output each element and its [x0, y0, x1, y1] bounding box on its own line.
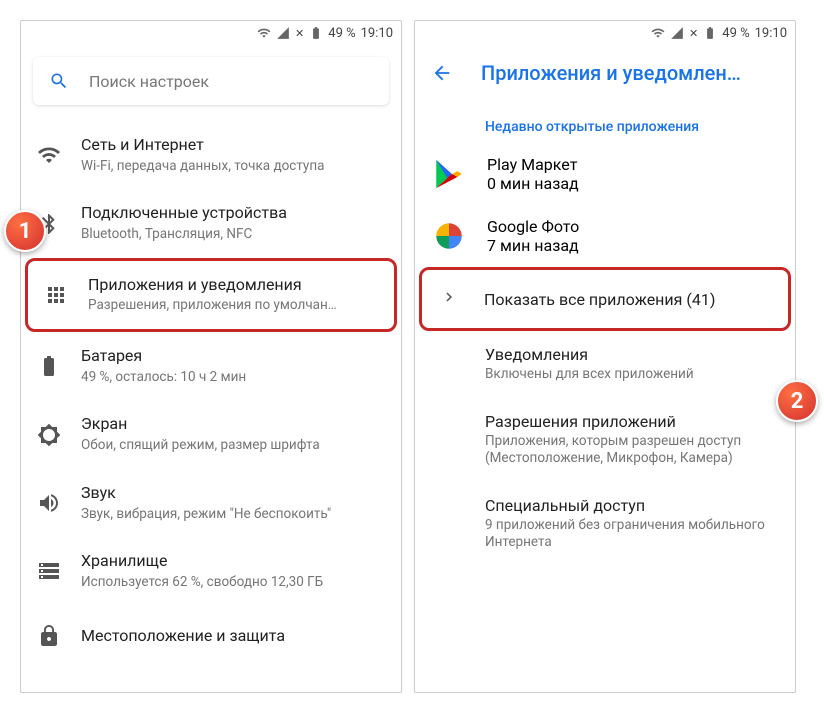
signal-icon — [670, 26, 684, 40]
battery-icon — [37, 354, 61, 378]
item-title: Сеть и Интернет — [81, 135, 385, 156]
item-title: Подключенные устройства — [81, 203, 385, 224]
play-store-icon — [431, 156, 467, 192]
brightness-icon — [37, 423, 61, 447]
status-time: 19:10 — [755, 26, 787, 41]
recent-app-google-photos[interactable]: Google Фото7 мин назад — [415, 205, 795, 267]
battery-percent: 49 % — [722, 26, 749, 41]
page-title: Приложения и уведомлен… — [481, 61, 741, 85]
app-time: 0 мин назад — [487, 174, 579, 193]
item-title: Местоположение и защита — [81, 626, 385, 647]
item-subtitle: Разрешения, приложения по умолчан… — [88, 297, 378, 315]
show-all-apps[interactable]: Показать все приложения (41) — [419, 267, 791, 331]
lock-icon — [37, 624, 61, 648]
search-bar[interactable]: Поиск настроек — [33, 57, 389, 105]
item-title: Батарея — [81, 346, 385, 367]
settings-item-battery[interactable]: Батарея 49 %, осталось: 10 ч 2 мин — [21, 332, 401, 400]
settings-item-location[interactable]: Местоположение и защита — [21, 605, 401, 667]
status-bar: ✕ 49 % 19:10 — [21, 21, 401, 45]
pref-subtitle: 9 приложений без ограничения мобильного … — [485, 517, 779, 552]
pref-special-access[interactable]: Специальный доступ 9 приложений без огра… — [415, 482, 795, 566]
item-subtitle: 49 %, осталось: 10 ч 2 мин — [81, 369, 385, 387]
storage-icon — [37, 559, 61, 583]
signal-x-icon: ✕ — [295, 27, 304, 40]
pref-notifications[interactable]: Уведомления Включены для всех приложений — [415, 331, 795, 398]
settings-item-storage[interactable]: Хранилище Используется 62 %, свободно 12,… — [21, 537, 401, 605]
app-bar: Приложения и уведомлен… — [415, 45, 795, 101]
item-title: Звук — [81, 483, 385, 504]
settings-item-network[interactable]: Сеть и Интернет Wi-Fi, передача данных, т… — [21, 121, 401, 189]
search-icon — [49, 71, 69, 91]
pref-subtitle: Приложения, которым разрешен доступ (Мес… — [485, 433, 779, 468]
signal-x-icon: ✕ — [689, 27, 698, 40]
phone-left-settings: ✕ 49 % 19:10 Поиск настроек Сеть и Интер… — [20, 20, 402, 693]
back-arrow-icon[interactable] — [431, 62, 453, 84]
section-header-recent: Недавно открытые приложения — [415, 101, 795, 143]
wifi-icon — [651, 26, 665, 40]
settings-item-sound[interactable]: Звук Звук, вибрация, режим "Не беспокоить… — [21, 469, 401, 537]
chevron-right-icon — [438, 288, 460, 310]
app-time: 7 мин назад — [487, 236, 579, 255]
phone-right-apps: ✕ 49 % 19:10 Приложения и уведомлен… Нед… — [414, 20, 796, 693]
pref-app-permissions[interactable]: Разрешения приложений Приложения, которы… — [415, 398, 795, 482]
recent-app-play-market[interactable]: Play Маркет0 мин назад — [415, 143, 795, 205]
step-badge-2: 2 — [776, 380, 818, 422]
show-all-label: Показать все приложения (41) — [484, 290, 715, 309]
wifi-icon — [257, 26, 271, 40]
signal-icon — [276, 26, 290, 40]
pref-title: Разрешения приложений — [485, 412, 779, 431]
pref-title: Специальный доступ — [485, 496, 779, 515]
battery-percent: 49 % — [328, 26, 355, 41]
app-name: Play Маркет — [487, 155, 579, 174]
pref-subtitle: Включены для всех приложений — [485, 366, 779, 384]
volume-icon — [37, 491, 61, 515]
item-subtitle: Bluetooth, Трансляция, NFC — [81, 226, 385, 244]
item-subtitle: Wi-Fi, передача данных, точка доступа — [81, 158, 385, 176]
item-title: Экран — [81, 414, 385, 435]
status-bar: ✕ 49 % 19:10 — [415, 21, 795, 45]
item-title: Хранилище — [81, 551, 385, 572]
item-title: Приложения и уведомления — [88, 275, 378, 296]
apps-icon — [44, 283, 68, 307]
search-placeholder: Поиск настроек — [89, 72, 209, 91]
battery-icon — [309, 26, 323, 40]
item-subtitle: Используется 62 %, свободно 12,30 ГБ — [81, 574, 385, 592]
settings-item-display[interactable]: Экран Обои, спящий режим, размер шрифта — [21, 400, 401, 468]
app-name: Google Фото — [487, 217, 579, 236]
settings-item-connected[interactable]: Подключенные устройства Bluetooth, Трансл… — [21, 189, 401, 257]
item-subtitle: Обои, спящий режим, размер шрифта — [81, 437, 385, 455]
google-photos-icon — [431, 218, 467, 254]
pref-title: Уведомления — [485, 345, 779, 364]
item-subtitle: Звук, вибрация, режим "Не беспокоить" — [81, 506, 385, 524]
battery-icon — [703, 26, 717, 40]
step-badge-1: 1 — [4, 210, 46, 252]
wifi-icon — [37, 143, 61, 167]
settings-item-apps-notifications[interactable]: Приложения и уведомленияРазрешения, прил… — [25, 258, 397, 332]
status-time: 19:10 — [361, 26, 393, 41]
